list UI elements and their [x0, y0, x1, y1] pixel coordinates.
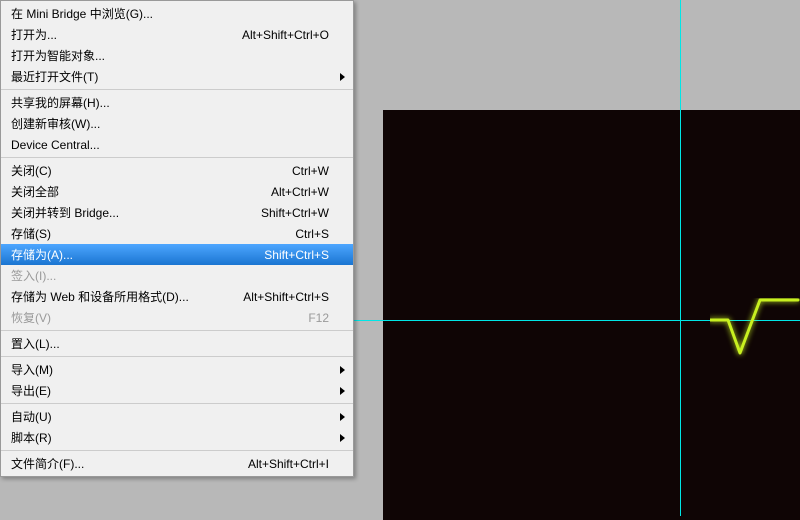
menu-item: 恢复(V)F12	[1, 307, 353, 328]
menu-group: 关闭(C)Ctrl+W关闭全部Alt+Ctrl+W关闭并转到 Bridge...…	[1, 158, 353, 331]
menu-item[interactable]: 关闭并转到 Bridge...Shift+Ctrl+W	[1, 202, 353, 223]
menu-item-shortcut: Ctrl+W	[209, 164, 329, 178]
menu-item[interactable]: 导出(E)	[1, 380, 353, 401]
menu-group: 文件简介(F)...Alt+Shift+Ctrl+I	[1, 451, 353, 476]
menu-item-label: 恢复(V)	[11, 309, 209, 326]
menu-item-shortcut: Alt+Shift+Ctrl+I	[209, 457, 329, 471]
waveform-path	[710, 298, 800, 368]
menu-item[interactable]: 文件简介(F)...Alt+Shift+Ctrl+I	[1, 453, 353, 474]
vertical-guide	[680, 0, 681, 516]
menu-item-label: 打开为...	[11, 26, 209, 43]
chevron-right-icon	[340, 366, 345, 374]
menu-item[interactable]: 关闭(C)Ctrl+W	[1, 160, 353, 181]
menu-item-label: Device Central...	[11, 138, 209, 152]
chevron-right-icon	[340, 413, 345, 421]
menu-item[interactable]: 创建新审核(W)...	[1, 113, 353, 134]
menu-item[interactable]: 脚本(R)	[1, 427, 353, 448]
chevron-right-icon	[340, 73, 345, 81]
menu-item[interactable]: 最近打开文件(T)	[1, 66, 353, 87]
menu-item-label: 在 Mini Bridge 中浏览(G)...	[11, 5, 209, 22]
menu-item-label: 存储为(A)...	[11, 246, 209, 263]
menu-item[interactable]: Device Central...	[1, 134, 353, 155]
menu-item[interactable]: 在 Mini Bridge 中浏览(G)...	[1, 3, 353, 24]
menu-item-label: 置入(L)...	[11, 335, 209, 352]
menu-group: 导入(M) 导出(E)	[1, 357, 353, 404]
menu-item-label: 打开为智能对象...	[11, 47, 209, 64]
menu-group: 在 Mini Bridge 中浏览(G)... 打开为...Alt+Shift+C…	[1, 1, 353, 90]
menu-item-label: 创建新审核(W)...	[11, 115, 209, 132]
menu-item[interactable]: 自动(U)	[1, 406, 353, 427]
menu-item-label: 文件简介(F)...	[11, 455, 209, 472]
menu-item-label: 共享我的屏幕(H)...	[11, 94, 209, 111]
chevron-right-icon	[340, 387, 345, 395]
menu-group: 置入(L)...	[1, 331, 353, 357]
menu-item-label: 存储为 Web 和设备所用格式(D)...	[11, 288, 209, 305]
menu-item[interactable]: 关闭全部Alt+Ctrl+W	[1, 181, 353, 202]
menu-item-shortcut: Shift+Ctrl+S	[209, 248, 329, 262]
menu-item-label: 关闭全部	[11, 183, 209, 200]
menu-item-label: 存储(S)	[11, 225, 209, 242]
menu-item-label: 导出(E)	[11, 382, 209, 399]
menu-item-label: 关闭(C)	[11, 162, 209, 179]
menu-item[interactable]: 打开为...Alt+Shift+Ctrl+O	[1, 24, 353, 45]
menu-item[interactable]: 打开为智能对象...	[1, 45, 353, 66]
menu-item[interactable]: 存储(S)Ctrl+S	[1, 223, 353, 244]
menu-item: 签入(I)...	[1, 265, 353, 286]
menu-item-label: 关闭并转到 Bridge...	[11, 204, 209, 221]
menu-item-label: 最近打开文件(T)	[11, 68, 209, 85]
menu-item-shortcut: Shift+Ctrl+W	[209, 206, 329, 220]
menu-group: 自动(U) 脚本(R)	[1, 404, 353, 451]
menu-group: 共享我的屏幕(H)... 创建新审核(W)... Device Central...	[1, 90, 353, 158]
menu-item-shortcut: F12	[209, 311, 329, 325]
chevron-right-icon	[340, 434, 345, 442]
menu-item[interactable]: 共享我的屏幕(H)...	[1, 92, 353, 113]
menu-item[interactable]: 存储为(A)...Shift+Ctrl+S	[1, 244, 353, 265]
menu-item-label: 导入(M)	[11, 361, 209, 378]
menu-item-shortcut: Alt+Shift+Ctrl+S	[209, 290, 329, 304]
menu-item-label: 自动(U)	[11, 408, 209, 425]
menu-item[interactable]: 导入(M)	[1, 359, 353, 380]
menu-item-shortcut: Alt+Ctrl+W	[209, 185, 329, 199]
menu-item-label: 签入(I)...	[11, 267, 209, 284]
file-dropdown-menu: 在 Mini Bridge 中浏览(G)...打开为...Alt+Shift+C…	[0, 0, 354, 477]
menu-item-label: 脚本(R)	[11, 429, 209, 446]
menu-item[interactable]: 存储为 Web 和设备所用格式(D)...Alt+Shift+Ctrl+S	[1, 286, 353, 307]
menu-item-shortcut: Alt+Shift+Ctrl+O	[209, 28, 329, 42]
menu-item[interactable]: 置入(L)...	[1, 333, 353, 354]
menu-item-shortcut: Ctrl+S	[209, 227, 329, 241]
